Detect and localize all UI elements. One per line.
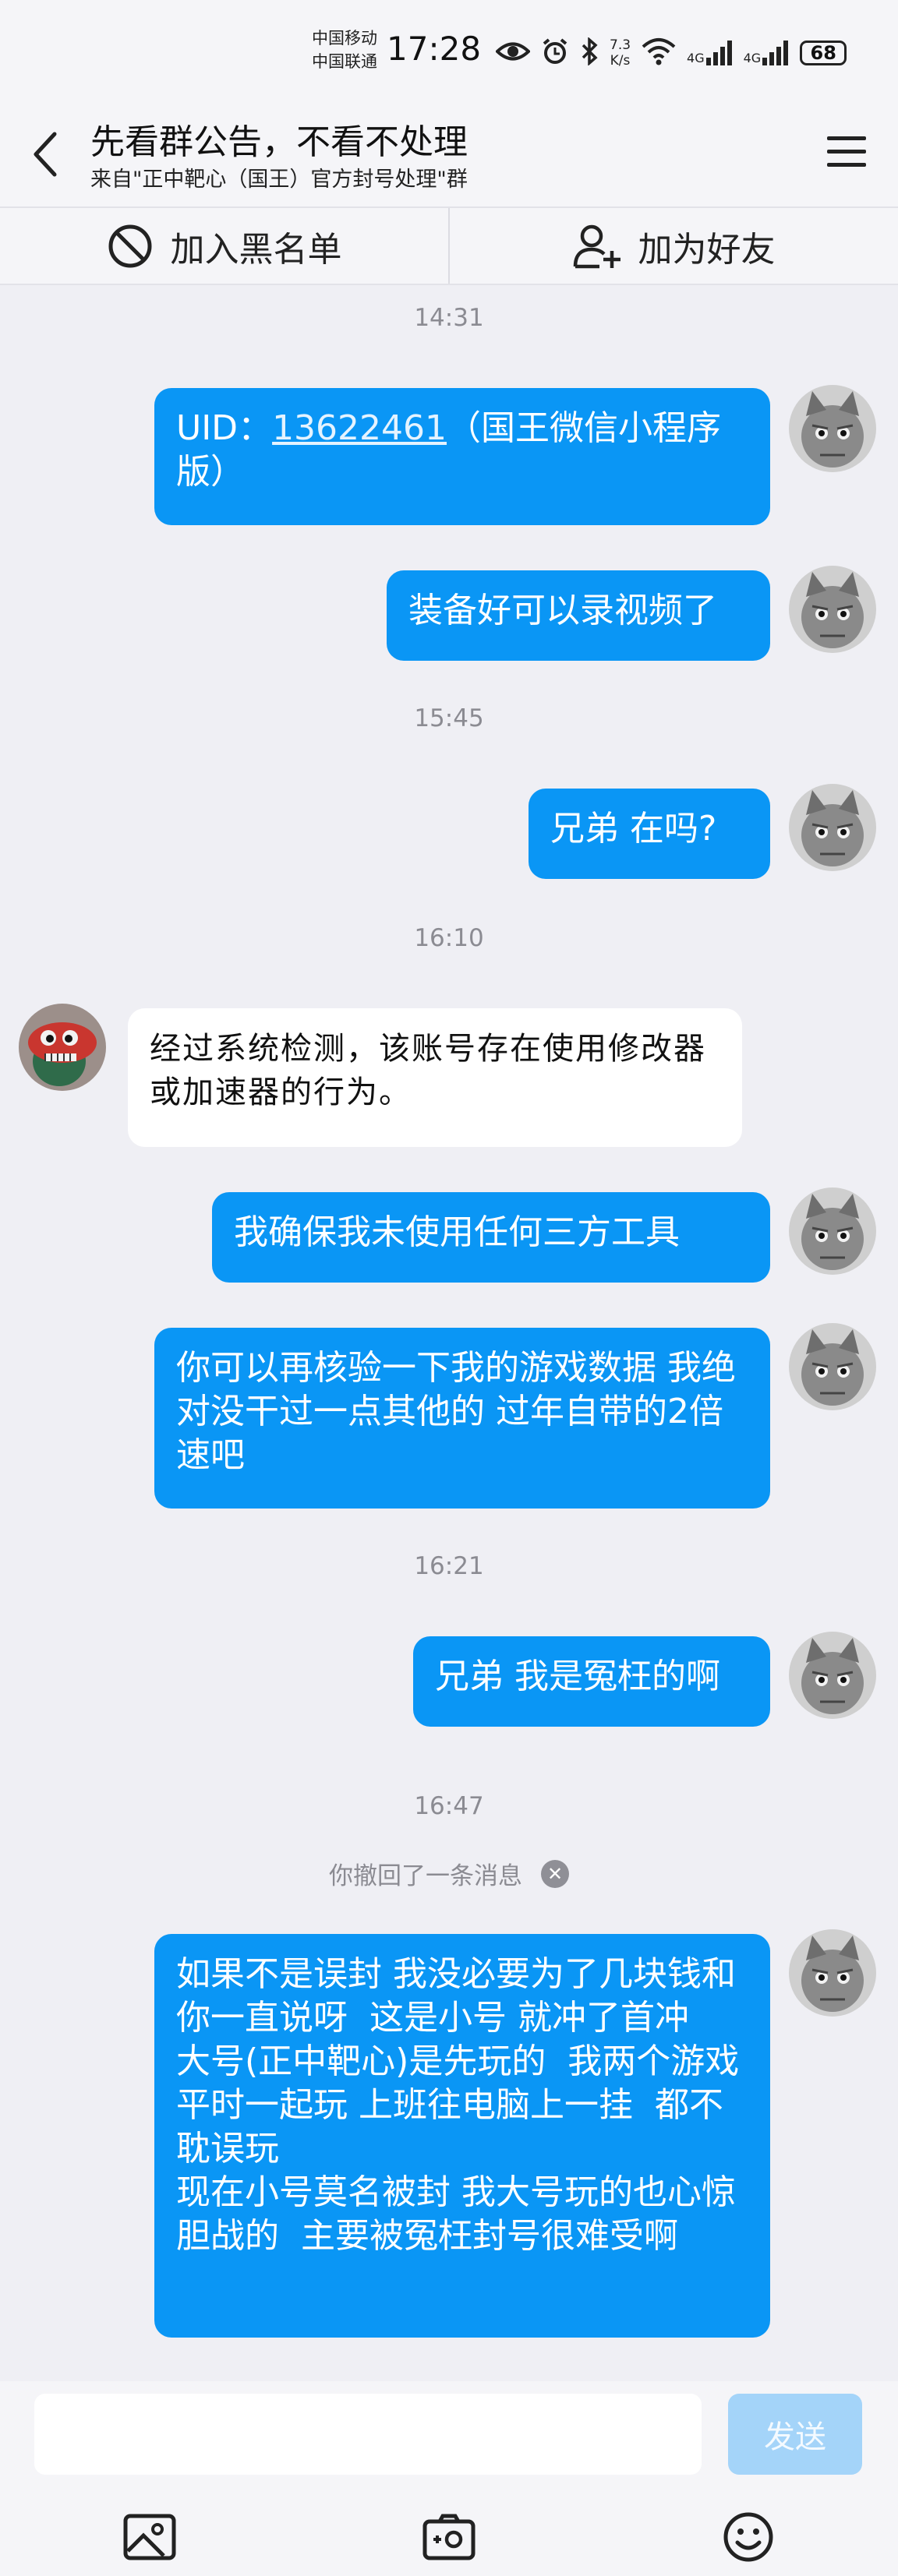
- message-bubble-incoming[interactable]: 经过系统检测，该账号存在使用修改器或加速器的行为。: [128, 1008, 742, 1147]
- net-speed: 7.3 K/s: [610, 37, 631, 69]
- contact-avatar[interactable]: [19, 1004, 106, 1091]
- battery-icon: 68: [800, 41, 847, 65]
- chat-header: 先看群公告，不看不处理 来自"正中靶心（国王）官方封号处理"群: [0, 101, 898, 206]
- carrier-2: 中国联通: [312, 52, 377, 71]
- my-avatar[interactable]: [789, 566, 876, 653]
- recall-notice: 你撤回了一条消息 ✕: [0, 1856, 898, 1891]
- carrier-1: 中国移动: [312, 29, 377, 48]
- message-bubble-outgoing[interactable]: 兄弟 我是冤枉的啊: [413, 1636, 770, 1727]
- bottom-toolbar: [0, 2506, 898, 2571]
- timestamp: 14:31: [414, 304, 484, 332]
- alarm-icon: [541, 37, 569, 69]
- wifi-icon: [642, 37, 676, 69]
- eye-icon: [495, 40, 531, 66]
- recall-text: 你撤回了一条消息: [329, 1862, 522, 1890]
- signal-icon: 4G: [687, 41, 733, 65]
- my-avatar[interactable]: [789, 1632, 876, 1719]
- carrier-info: 中国移动 中国联通: [312, 26, 377, 73]
- add-friend-label: 加为好友: [638, 229, 776, 270]
- my-avatar[interactable]: [789, 385, 876, 472]
- add-friend-button[interactable]: 加为好友: [448, 208, 898, 284]
- timestamp: 16:47: [414, 1792, 484, 1820]
- camera-icon[interactable]: [418, 2506, 480, 2568]
- status-time: 17:28: [387, 30, 482, 68]
- back-button[interactable]: [22, 123, 69, 185]
- status-bar: 中国移动 中国联通 17:28 7.3 K/s 4G 4G 68: [0, 0, 898, 101]
- my-avatar[interactable]: [789, 1187, 876, 1275]
- add-to-blacklist-button[interactable]: 加入黑名单: [0, 208, 448, 284]
- chat-history[interactable]: 14:31 UID：13622461（国王微信小程序版） 装备好可以录视频了 1…: [0, 285, 898, 2381]
- my-avatar[interactable]: [789, 784, 876, 871]
- emoji-icon[interactable]: [717, 2506, 780, 2568]
- my-avatar[interactable]: [789, 1323, 876, 1410]
- message-bubble-outgoing[interactable]: UID：13622461（国王微信小程序版）: [154, 388, 770, 525]
- chevron-left-icon: [34, 132, 57, 177]
- chat-subtitle: 来自"正中靶心（国王）官方封号处理"群: [90, 168, 468, 192]
- message-bubble-outgoing[interactable]: 如果不是误封 我没必要为了几块钱和你一直说呀 这是小号 就冲了首冲 大号(正中靶…: [154, 1934, 770, 2338]
- message-bubble-outgoing[interactable]: 兄弟 在吗?: [529, 789, 770, 879]
- bluetooth-icon: [580, 37, 599, 69]
- menu-button[interactable]: [823, 125, 870, 179]
- signal-icon-2: 4G: [744, 41, 790, 65]
- chat-title: 先看群公告，不看不处理: [90, 122, 468, 162]
- close-icon[interactable]: ✕: [541, 1859, 569, 1888]
- timestamp: 16:10: [414, 924, 484, 952]
- uid-link[interactable]: 13622461: [272, 408, 447, 448]
- timestamp: 15:45: [414, 704, 484, 732]
- input-bar: 发送: [0, 2381, 898, 2576]
- message-bubble-outgoing[interactable]: 我确保我未使用任何三方工具: [212, 1192, 770, 1283]
- message-bubble-outgoing[interactable]: 你可以再核验一下我的游戏数据 我绝对没干过一点其他的 过年自带的2倍速吧: [154, 1328, 770, 1509]
- my-avatar[interactable]: [789, 1929, 876, 2017]
- blacklist-label: 加入黑名单: [170, 229, 342, 270]
- message-input[interactable]: [34, 2394, 702, 2475]
- message-bubble-outgoing[interactable]: 装备好可以录视频了: [387, 570, 770, 661]
- send-button[interactable]: 发送: [728, 2394, 862, 2475]
- block-icon: [108, 224, 151, 267]
- timestamp: 16:21: [414, 1552, 484, 1580]
- status-icons: 7.3 K/s 4G 4G 68: [495, 31, 847, 75]
- action-bar: 加入黑名单 加为好友: [0, 206, 898, 285]
- add-person-icon: [573, 224, 620, 268]
- image-icon[interactable]: [118, 2506, 181, 2568]
- hamburger-menu-icon: [827, 136, 866, 167]
